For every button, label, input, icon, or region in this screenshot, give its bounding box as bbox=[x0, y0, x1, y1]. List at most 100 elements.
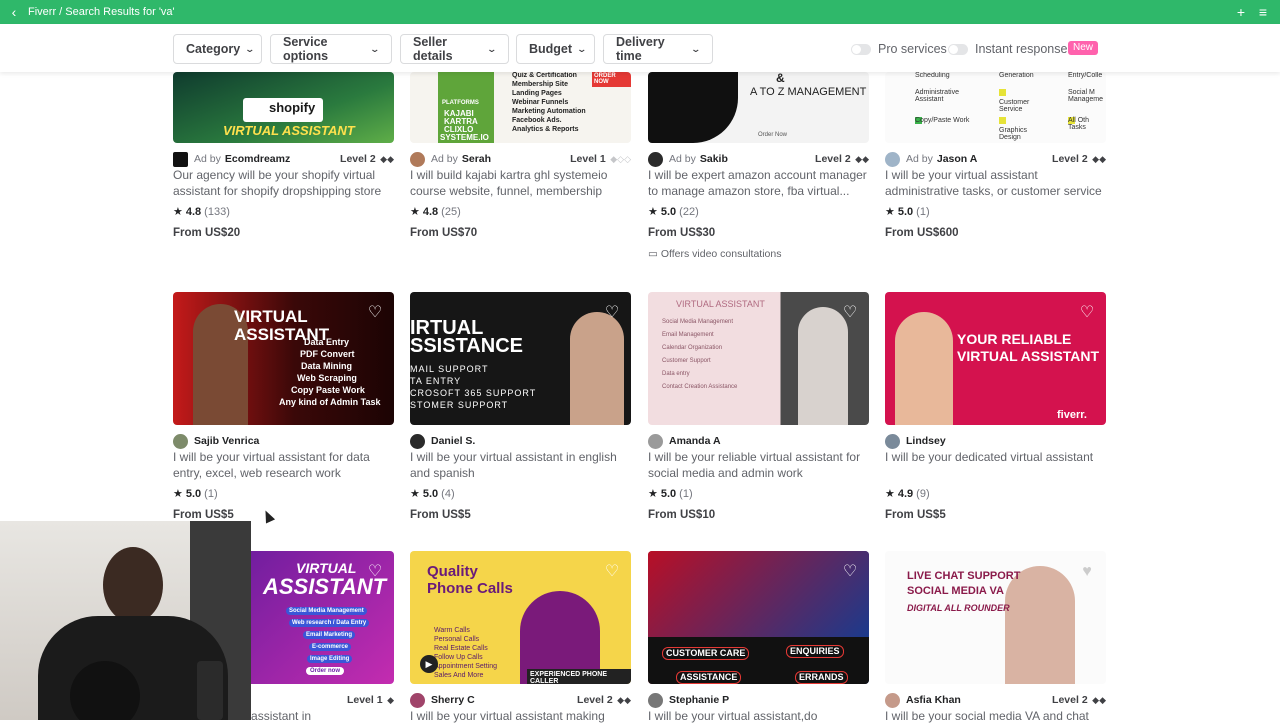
back-arrow-icon[interactable]: ‹ bbox=[0, 0, 28, 24]
gig-thumbnail[interactable]: IRTUAL SSISTANCE MAIL SUPPORT TA ENTRY C… bbox=[410, 292, 631, 425]
heart-icon[interactable]: ♡ bbox=[1078, 304, 1096, 322]
avatar[interactable] bbox=[173, 433, 188, 449]
star-icon: ★ bbox=[648, 206, 658, 218]
gig-thumbnail[interactable]: YOUR RELIABLE VIRTUAL ASSISTANT fiverr. … bbox=[885, 292, 1106, 425]
thumb-text: Calendar Organization bbox=[662, 345, 723, 351]
avatar[interactable] bbox=[648, 692, 663, 708]
thumb-text: Entry/Colle bbox=[1068, 72, 1103, 79]
thumb-text: Customer Support bbox=[662, 358, 711, 364]
gig-thumbnail[interactable]: & A TO Z MANAGEMENT Order Now bbox=[648, 72, 869, 143]
gig-title[interactable]: I will be your social media VA and chat bbox=[885, 708, 1106, 724]
seller-name[interactable]: Sajib Venrica bbox=[194, 435, 259, 447]
menu-icon[interactable]: ≡ bbox=[1252, 4, 1274, 20]
level-badge: Level 2 ◆◆ bbox=[340, 153, 394, 165]
seller-name[interactable]: Sakib bbox=[700, 153, 728, 165]
gig-title[interactable]: I will be your virtual assistant in engl… bbox=[410, 449, 631, 481]
avatar[interactable] bbox=[648, 433, 663, 449]
avatar[interactable] bbox=[410, 433, 425, 449]
seller-row: Stephanie P bbox=[648, 692, 869, 708]
gig-title[interactable]: I will be your virtual assistant,do bbox=[648, 708, 869, 724]
thumb-text: Real Estate Calls bbox=[434, 645, 488, 652]
gig-thumbnail[interactable]: LIVE CHAT SUPPORT SOCIAL MEDIA VA DIGITA… bbox=[885, 551, 1106, 684]
rating-value: 4.8 bbox=[422, 205, 439, 218]
seller-name[interactable]: Amanda A bbox=[669, 435, 721, 447]
seller-name[interactable]: Ecomdreamz bbox=[225, 153, 290, 165]
play-icon[interactable]: ▶ bbox=[420, 655, 438, 673]
gig-title[interactable]: Our agency will be your shopify virtual … bbox=[173, 167, 394, 199]
gig-thumbnail[interactable]: VIRTUAL ASSISTANT Social Media Managemen… bbox=[648, 292, 869, 425]
heart-icon[interactable]: ♡ bbox=[603, 563, 621, 581]
review-count: (1) bbox=[916, 205, 930, 218]
instant-response-label: Instant response bbox=[975, 42, 1068, 56]
gig-thumbnail[interactable]: PLATFORMS KAJABI KARTRA CLIXLO SYSTEME.I… bbox=[410, 72, 631, 143]
instant-response-toggle[interactable] bbox=[948, 44, 968, 55]
gig-thumbnail[interactable]: Quality Phone Calls Warm Calls Personal … bbox=[410, 551, 631, 684]
seller-row: Ad by Sakib Level 2 ◆◆ bbox=[648, 151, 869, 167]
seller-photo bbox=[798, 307, 848, 425]
fiverr-logo: fiverr. bbox=[1057, 409, 1087, 421]
seller-photo bbox=[648, 72, 738, 143]
rating-value: 5.0 bbox=[897, 205, 914, 218]
budget-filter-button[interactable]: Budget ⌄ bbox=[516, 34, 595, 64]
gig-title[interactable]: I will be your virtual assistant making bbox=[410, 708, 631, 724]
level-text: Level 2 bbox=[815, 153, 851, 165]
thumb-text: Sales And More bbox=[434, 672, 484, 679]
seller-name[interactable]: Sherry C bbox=[431, 694, 475, 706]
thumb-text: shopify bbox=[269, 100, 316, 115]
avatar[interactable] bbox=[410, 692, 425, 708]
seller-name[interactable]: Asfia Khan bbox=[906, 694, 961, 706]
gig-title[interactable]: I will be your reliable virtual assistan… bbox=[648, 449, 869, 481]
star-icon: ★ bbox=[885, 206, 895, 218]
avatar[interactable] bbox=[410, 151, 425, 167]
seller-name[interactable]: Jason A bbox=[937, 153, 977, 165]
seller-name[interactable]: Lindsey bbox=[906, 435, 946, 447]
gig-title[interactable]: I will be expert amazon account manager … bbox=[648, 167, 869, 199]
avatar[interactable] bbox=[885, 151, 900, 167]
seller-name[interactable]: Daniel S. bbox=[431, 435, 475, 447]
gig-title[interactable]: I will be your virtual assistant for dat… bbox=[173, 449, 394, 481]
gig-thumbnail[interactable]: Scheduling Generation Entry/Colle Admini… bbox=[885, 72, 1106, 143]
gig-title[interactable]: I will build kajabi kartra ghl systemeio… bbox=[410, 167, 631, 199]
pro-services-toggle[interactable] bbox=[851, 44, 871, 55]
heart-icon[interactable]: ♥ bbox=[1078, 563, 1096, 581]
thumb-text: ENQUIRIES bbox=[786, 645, 844, 659]
seller-name[interactable]: Serah bbox=[462, 153, 491, 165]
heart-icon[interactable]: ♡ bbox=[841, 563, 859, 581]
thumb-text: ERRANDS bbox=[795, 671, 848, 684]
heart-icon[interactable]: ♡ bbox=[841, 304, 859, 322]
price: From US$600 bbox=[885, 227, 959, 239]
plus-icon[interactable]: + bbox=[1230, 4, 1252, 20]
seller-name[interactable]: Stephanie P bbox=[669, 694, 729, 706]
gig-title[interactable]: I will be your dedicated virtual assista… bbox=[885, 449, 1106, 481]
seller-row: Ad by Jason A Level 2 ◆◆ bbox=[885, 151, 1106, 167]
gig-title[interactable]: I will be your virtual assistant adminis… bbox=[885, 167, 1106, 199]
avatar[interactable] bbox=[173, 151, 188, 167]
rating-value: 5.0 bbox=[422, 487, 439, 500]
rating: ★ 5.0 (1) bbox=[648, 487, 693, 501]
gig-thumbnail[interactable]: VIRTUAL ASSISTANT Data Entry PDF Convert… bbox=[173, 292, 394, 425]
thumb-text: Analytics & Reports bbox=[512, 126, 579, 133]
thumb-text: Personal Calls bbox=[434, 636, 480, 643]
thumb-text: Image Editing bbox=[307, 655, 353, 664]
avatar[interactable] bbox=[885, 692, 900, 708]
heart-icon[interactable]: ♡ bbox=[366, 563, 384, 581]
heart-icon[interactable]: ♡ bbox=[366, 304, 384, 322]
delivery-time-filter-button[interactable]: Delivery time ⌄ bbox=[603, 34, 713, 64]
ad-label: Ad by bbox=[669, 153, 696, 165]
seller-photo bbox=[895, 312, 953, 425]
level-text: Level 1 bbox=[570, 153, 606, 165]
webcam-overlay bbox=[0, 521, 251, 720]
thumb-text: Social M Manageme bbox=[1068, 89, 1104, 104]
seller-details-filter-button[interactable]: Seller details ⌄ bbox=[400, 34, 509, 64]
rating: ★ 5.0 (22) bbox=[648, 205, 699, 219]
gig-thumbnail[interactable]: CUSTOMER CARE ENQUIRIES ASSISTANCE ERRAN… bbox=[648, 551, 869, 684]
seller-photo bbox=[570, 312, 624, 425]
level-text: Level 2 bbox=[1052, 153, 1088, 165]
new-badge: New bbox=[1068, 41, 1099, 55]
avatar[interactable] bbox=[648, 151, 663, 167]
service-options-filter-button[interactable]: Service options ⌄ bbox=[270, 34, 392, 64]
category-filter-button[interactable]: Category ⌄ bbox=[173, 34, 262, 64]
avatar[interactable] bbox=[885, 433, 900, 449]
heart-icon[interactable]: ♡ bbox=[603, 304, 621, 322]
gig-thumbnail[interactable]: shopify VIRTUAL ASSISTANT bbox=[173, 72, 394, 143]
